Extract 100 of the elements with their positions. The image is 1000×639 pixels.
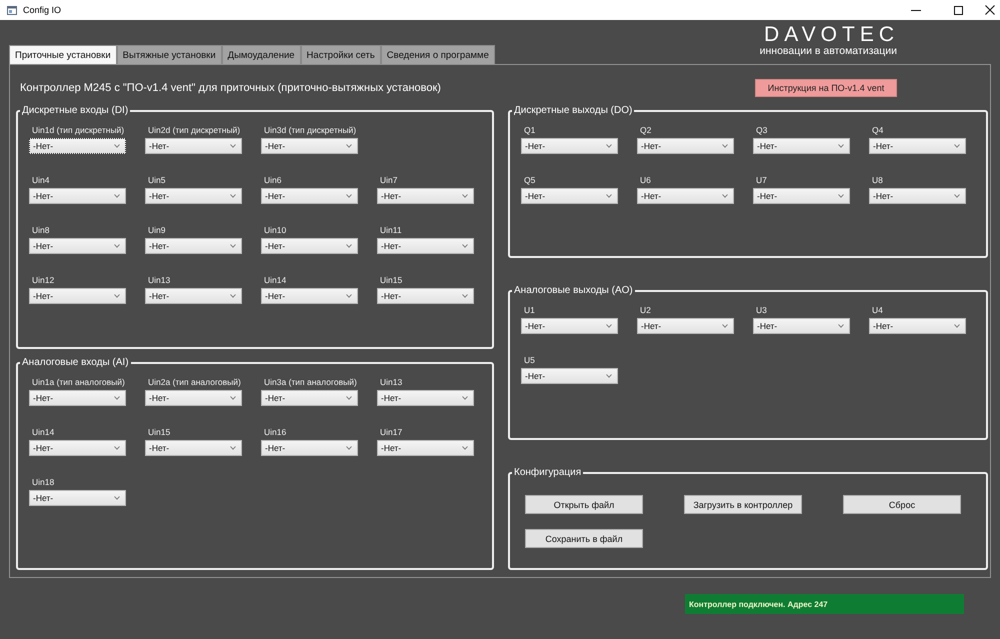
dropdown[interactable]: -Нет- bbox=[29, 440, 126, 456]
field-label: U7 bbox=[756, 174, 767, 186]
dropdown[interactable]: -Нет- bbox=[521, 318, 618, 334]
chevron-down-icon bbox=[462, 396, 468, 400]
group-title: Дискретные входы (DI) bbox=[20, 104, 130, 118]
chevron-down-icon bbox=[462, 194, 468, 198]
dropdown[interactable]: -Нет- bbox=[869, 318, 966, 334]
dropdown[interactable]: -Нет- bbox=[637, 138, 734, 154]
chevron-down-icon bbox=[838, 324, 844, 328]
dropdown[interactable]: -Нет- bbox=[29, 188, 126, 204]
chevron-down-icon bbox=[114, 294, 120, 298]
maximize-icon bbox=[954, 6, 963, 14]
dropdown[interactable]: -Нет- bbox=[637, 318, 734, 334]
logo-wordmark: DAVOTEC bbox=[764, 25, 899, 45]
chevron-down-icon bbox=[346, 294, 352, 298]
dropdown[interactable]: -Нет- bbox=[261, 138, 358, 154]
dropdown[interactable]: -Нет- bbox=[29, 138, 126, 154]
tab[interactable]: Настройки сеть bbox=[300, 45, 381, 64]
chevron-down-icon bbox=[346, 244, 352, 248]
dropdown[interactable]: -Нет- bbox=[869, 138, 966, 154]
chevron-down-icon bbox=[230, 294, 236, 298]
field-label: Uin13 bbox=[380, 376, 402, 388]
app-window-icon bbox=[7, 6, 17, 14]
field-label: Uin15 bbox=[148, 426, 170, 438]
dropdown[interactable]: -Нет- bbox=[521, 188, 618, 204]
chevron-down-icon bbox=[722, 194, 728, 198]
chevron-down-icon bbox=[346, 446, 352, 450]
chevron-down-icon bbox=[606, 194, 612, 198]
chevron-down-icon bbox=[954, 194, 960, 198]
dropdown[interactable]: -Нет- bbox=[637, 188, 734, 204]
dropdown[interactable]: -Нет- bbox=[145, 390, 242, 406]
chevron-down-icon bbox=[114, 144, 120, 148]
field-label: U6 bbox=[640, 174, 651, 186]
chevron-down-icon bbox=[462, 446, 468, 450]
field-label: Uin3a (тип аналоговый) bbox=[264, 376, 357, 388]
status-bar: Контроллер подключен. Адрес 247 bbox=[685, 594, 964, 614]
close-icon bbox=[985, 5, 995, 15]
chevron-down-icon bbox=[346, 144, 352, 148]
field-label: U8 bbox=[872, 174, 883, 186]
dropdown[interactable]: -Нет- bbox=[869, 188, 966, 204]
field-label: Q1 bbox=[524, 124, 536, 136]
dropdown[interactable]: -Нет- bbox=[29, 490, 126, 506]
dropdown[interactable]: -Нет- bbox=[521, 368, 618, 384]
chevron-down-icon bbox=[230, 244, 236, 248]
tab[interactable]: Сведения о программе bbox=[380, 45, 495, 64]
field-label: Uin7 bbox=[380, 174, 398, 186]
dropdown[interactable]: -Нет- bbox=[145, 188, 242, 204]
chevron-down-icon bbox=[722, 324, 728, 328]
manual-button[interactable]: Инструкция на ПО-v1.4 vent bbox=[755, 78, 897, 96]
chevron-down-icon bbox=[838, 144, 844, 148]
field-label: U3 bbox=[756, 304, 767, 316]
action-button[interactable]: Открыть файл bbox=[525, 495, 643, 514]
dropdown[interactable]: -Нет- bbox=[753, 138, 850, 154]
chevron-down-icon bbox=[462, 294, 468, 298]
dropdown[interactable]: -Нет- bbox=[29, 288, 126, 304]
dropdown[interactable]: -Нет- bbox=[377, 238, 474, 254]
field-label: Q4 bbox=[872, 124, 884, 136]
action-button[interactable]: Сохранить в файл bbox=[525, 529, 643, 548]
dropdown[interactable]: -Нет- bbox=[377, 390, 474, 406]
dropdown[interactable]: -Нет- bbox=[145, 138, 242, 154]
field-label: Uin13 bbox=[148, 274, 170, 286]
field-label: Uin9 bbox=[148, 224, 166, 236]
group-title: Аналоговые входы (AI) bbox=[20, 356, 131, 370]
action-button[interactable]: Загрузить в контроллер bbox=[684, 495, 802, 514]
dropdown[interactable]: -Нет- bbox=[261, 440, 358, 456]
dropdown[interactable]: -Нет- bbox=[261, 288, 358, 304]
dropdown[interactable]: -Нет- bbox=[145, 288, 242, 304]
field-label: Uin4 bbox=[32, 174, 50, 186]
chevron-down-icon bbox=[722, 144, 728, 148]
tab[interactable]: Вытяжные установки bbox=[116, 45, 222, 64]
dropdown[interactable]: -Нет- bbox=[261, 238, 358, 254]
tab[interactable]: Приточные установки bbox=[9, 45, 117, 64]
dropdown[interactable]: -Нет- bbox=[145, 440, 242, 456]
dropdown[interactable]: -Нет- bbox=[753, 318, 850, 334]
dropdown[interactable]: -Нет- bbox=[29, 390, 126, 406]
tab[interactable]: Дымоудаление bbox=[222, 45, 301, 64]
field-label: Uin3d (тип дискретный) bbox=[264, 124, 356, 136]
field-label: Uin8 bbox=[32, 224, 50, 236]
dropdown[interactable]: -Нет- bbox=[145, 238, 242, 254]
chevron-down-icon bbox=[606, 144, 612, 148]
dropdown[interactable]: -Нет- bbox=[377, 440, 474, 456]
chevron-down-icon bbox=[230, 446, 236, 450]
dropdown[interactable]: -Нет- bbox=[753, 188, 850, 204]
group-title: Конфигурация bbox=[512, 466, 584, 480]
dropdown[interactable]: -Нет- bbox=[377, 288, 474, 304]
chevron-down-icon bbox=[114, 496, 120, 500]
field-label: Q2 bbox=[640, 124, 652, 136]
dropdown[interactable]: -Нет- bbox=[377, 188, 474, 204]
dropdown[interactable]: -Нет- bbox=[261, 390, 358, 406]
dropdown[interactable]: -Нет- bbox=[261, 188, 358, 204]
dropdown[interactable]: -Нет- bbox=[29, 238, 126, 254]
field-label: Uin2d (тип дискретный) bbox=[148, 124, 240, 136]
group-title: Аналоговые выходы (AO) bbox=[512, 284, 635, 298]
field-label: Uin11 bbox=[380, 224, 402, 236]
action-button[interactable]: Сброс bbox=[843, 495, 961, 514]
chevron-down-icon bbox=[606, 374, 612, 378]
field-label: Uin1d (тип дискретный) bbox=[32, 124, 124, 136]
field-label: Uin14 bbox=[264, 274, 286, 286]
chevron-down-icon bbox=[346, 396, 352, 400]
dropdown[interactable]: -Нет- bbox=[521, 138, 618, 154]
